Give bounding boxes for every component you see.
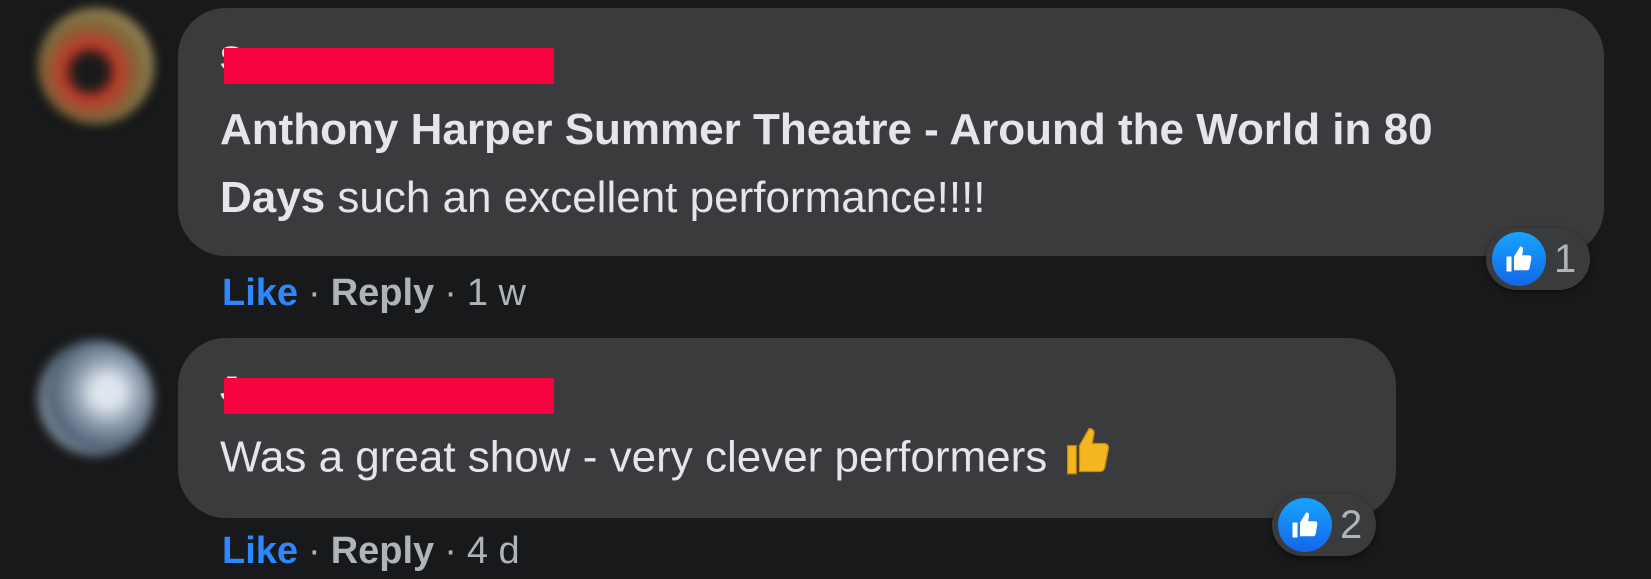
comment-actions: Like · Reply · 4 d — [222, 530, 520, 573]
separator: · — [308, 530, 321, 572]
reaction-count: 2 — [1340, 502, 1363, 547]
redaction-bar — [224, 378, 554, 414]
comment: J Was a great show - very clever perform… — [0, 0, 1651, 579]
comment-text: Was a great show - very clever performer… — [220, 422, 1113, 498]
timestamp[interactable]: 4 d — [467, 530, 520, 572]
separator: · — [444, 530, 457, 572]
avatar[interactable] — [38, 340, 154, 456]
comment-bubble: J Was a great show - very clever perform… — [178, 338, 1396, 518]
comment-body: Was a great show - very clever performer… — [220, 432, 1048, 482]
author-name[interactable]: J — [220, 364, 580, 414]
like-reaction-icon — [1278, 498, 1332, 552]
reply-link[interactable]: Reply — [331, 530, 434, 572]
thumbs-up-emoji-icon — [1061, 422, 1113, 498]
reaction-summary[interactable]: 2 — [1272, 494, 1377, 556]
like-link[interactable]: Like — [222, 530, 298, 572]
